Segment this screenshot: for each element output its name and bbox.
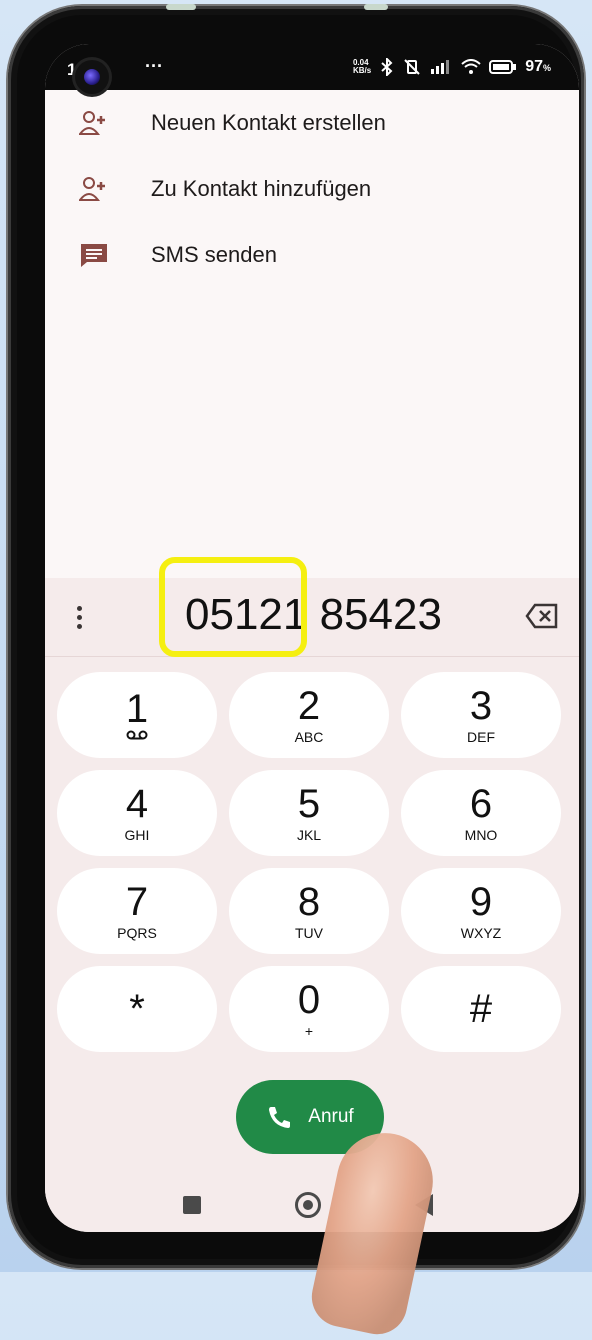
key-letters: + bbox=[304, 1023, 314, 1039]
key-7[interactable]: 7 PQRS bbox=[57, 868, 217, 954]
key-letters: JKL bbox=[296, 827, 322, 843]
message-icon bbox=[81, 244, 107, 267]
key-digit: 9 bbox=[469, 880, 493, 924]
key-3[interactable]: 3 DEF bbox=[401, 672, 561, 758]
more-options-button[interactable] bbox=[67, 600, 91, 634]
key-star[interactable]: * bbox=[57, 966, 217, 1052]
phone-frame: 1 ··· 0.04 KB/s 97% Neuen Kontakt erstel… bbox=[8, 4, 584, 1268]
key-digit: 5 bbox=[297, 782, 321, 826]
key-letters: MNO bbox=[464, 827, 498, 843]
net-speed: 0.04 KB/s bbox=[353, 59, 371, 75]
menu-item-label: SMS senden bbox=[151, 242, 277, 267]
key-9[interactable]: 9 WXYZ bbox=[401, 868, 561, 954]
key-digit: 3 bbox=[469, 684, 493, 728]
number-row: 05121 85423 bbox=[45, 578, 579, 657]
add-person-icon bbox=[79, 111, 105, 135]
net-speed-unit: KB/s bbox=[352, 66, 372, 75]
key-letters: PQRS bbox=[117, 925, 157, 941]
battery-level: 97% bbox=[525, 58, 551, 75]
menu-item-label: Neuen Kontakt erstellen bbox=[151, 110, 386, 135]
battery-icon bbox=[489, 60, 517, 74]
key-digit: * bbox=[129, 987, 145, 1031]
key-digit: 7 bbox=[125, 880, 149, 924]
menu-item-create-contact[interactable]: Neuen Kontakt erstellen bbox=[45, 98, 579, 148]
key-digit: 2 bbox=[297, 684, 321, 728]
key-digit: 4 bbox=[125, 782, 149, 826]
home-button[interactable] bbox=[295, 1192, 321, 1218]
key-2[interactable]: 2 ABC bbox=[229, 672, 389, 758]
key-letters: GHI bbox=[124, 827, 150, 843]
key-digit: 1 bbox=[125, 687, 149, 731]
status-more: ··· bbox=[145, 56, 163, 76]
add-person-icon bbox=[79, 177, 105, 201]
key-digit: 8 bbox=[297, 880, 321, 924]
screen: 1 ··· 0.04 KB/s 97% Neuen Kontakt erstel… bbox=[45, 44, 579, 1232]
status-bar: 1 ··· 0.04 KB/s 97% bbox=[45, 44, 579, 90]
status-right: 0.04 KB/s 97% bbox=[353, 58, 551, 76]
key-4[interactable]: 4 GHI bbox=[57, 770, 217, 856]
wifi-icon bbox=[461, 59, 481, 74]
key-hash[interactable]: # bbox=[401, 966, 561, 1052]
phone-icon bbox=[269, 1107, 291, 1128]
key-1[interactable]: 1 bbox=[57, 672, 217, 758]
key-letters: DEF bbox=[467, 729, 495, 745]
call-button-label: Anruf bbox=[308, 1106, 354, 1127]
front-camera bbox=[75, 60, 109, 94]
key-5[interactable]: 5 JKL bbox=[229, 770, 389, 856]
key-letters: TUV bbox=[295, 925, 323, 941]
navigation-bar bbox=[45, 1180, 579, 1232]
menu-item-send-sms[interactable]: SMS senden bbox=[45, 230, 579, 280]
key-8[interactable]: 8 TUV bbox=[229, 868, 389, 954]
key-digit: 6 bbox=[469, 782, 493, 826]
menu-item-label: Zu Kontakt hinzufügen bbox=[151, 176, 372, 201]
recents-button[interactable] bbox=[183, 1196, 201, 1214]
battery-level-value: 97 bbox=[525, 58, 543, 75]
key-digit: # bbox=[469, 987, 493, 1031]
bluetooth-icon bbox=[381, 58, 393, 76]
highlight-box bbox=[159, 557, 307, 657]
menu-item-add-to-contact[interactable]: Zu Kontakt hinzufügen bbox=[45, 164, 579, 214]
vibrate-icon bbox=[404, 59, 420, 75]
backspace-icon[interactable] bbox=[525, 602, 559, 630]
key-letters: ABC bbox=[294, 729, 324, 745]
key-letters: WXYZ bbox=[460, 925, 502, 941]
signal-icon bbox=[431, 60, 450, 74]
camera-slot bbox=[166, 4, 196, 10]
voicemail-icon bbox=[126, 730, 148, 740]
key-6[interactable]: 6 MNO bbox=[401, 770, 561, 856]
sensor-slot bbox=[364, 4, 388, 10]
key-0[interactable]: 0 + bbox=[229, 966, 389, 1052]
key-digit: 0 bbox=[297, 978, 321, 1022]
